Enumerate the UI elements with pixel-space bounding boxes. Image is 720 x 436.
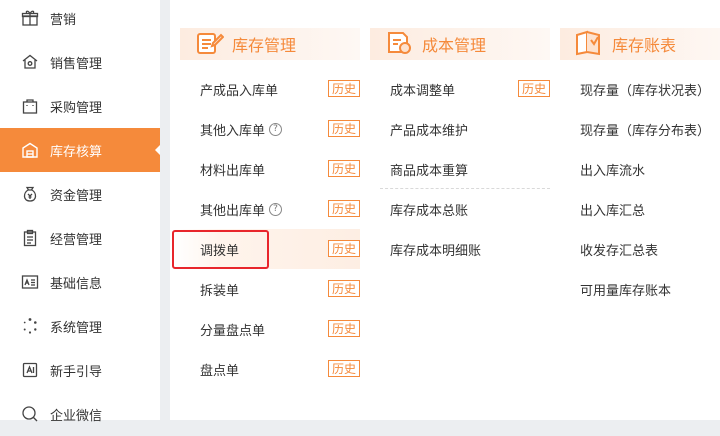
menu-item-label: 可用量库存账本 (580, 283, 672, 299)
history-button[interactable]: 历史 (327, 360, 360, 377)
menu-item-inout-summary[interactable]: 出入库汇总 (580, 189, 720, 229)
sidebar-item-guide[interactable]: 新手引导 (0, 348, 160, 392)
history-button[interactable]: 历史 (327, 280, 360, 297)
sidebar-item-funds[interactable]: 资金管理 (0, 172, 160, 216)
menu-item-label: 材料出库单 (200, 163, 266, 179)
menu-item-label: 商品成本重算 (390, 163, 469, 179)
menu-item-cost-detail-ledger[interactable]: 库存成本明细账 (390, 229, 550, 269)
sidebar-item-purchase[interactable]: 采购管理 (0, 84, 160, 128)
column-title: 成本管理 (422, 36, 487, 55)
menu-item-cost-recalculation[interactable]: 商品成本重算 (390, 149, 550, 189)
ledger-icon (574, 27, 604, 57)
sidebar-item-marketing[interactable]: 营销 (0, 0, 160, 40)
menu-item-inout-flow[interactable]: 出入库流水 (580, 149, 720, 189)
menu-item-label: 收发存汇总表 (580, 243, 659, 259)
column-title: 库存管理 (232, 36, 297, 55)
sidebar-item-label: 库存核算 (50, 144, 103, 160)
menu-item-label: 出入库流水 (580, 163, 646, 179)
help-icon[interactable]: ? (269, 122, 283, 136)
sidebar-item-sales[interactable]: 销售管理 (0, 40, 160, 84)
sidebar-item-label: 基础信息 (50, 276, 103, 292)
highlight-box (172, 230, 269, 269)
clipboard-pencil-icon (194, 27, 225, 57)
gift-icon (21, 9, 39, 27)
menu-item-label: 现存量（库存分布表） (580, 123, 711, 139)
guide-doc-icon (21, 361, 39, 379)
money-bag-icon (21, 185, 39, 203)
menu-item-label: 出入库汇总 (580, 203, 646, 219)
cost-doc-icon (384, 27, 414, 57)
history-button[interactable]: 历史 (517, 80, 550, 97)
menu-item-label: 库存成本总账 (390, 203, 469, 219)
sidebar-item-label: 新手引导 (50, 364, 103, 380)
loading-ring-icon (21, 317, 39, 335)
menu-item-stock-distribution[interactable]: 现存量（库存分布表） (580, 109, 720, 149)
sidebar-item-label: 销售管理 (50, 56, 103, 72)
clipboard-icon (21, 229, 39, 247)
menu-item-available-stock-ledger[interactable]: 可用量库存账本 (580, 269, 720, 309)
column-title: 库存账表 (612, 36, 677, 55)
house-icon (21, 53, 39, 71)
shopping-bag-icon (21, 97, 39, 115)
sidebar-item-wecom[interactable]: 企业微信 (0, 392, 160, 436)
menu-item-label: 分量盘点单 (200, 323, 266, 339)
menu-item-other-receipt[interactable]: 其他入库单 ? 历史 (200, 109, 360, 149)
menu-item-other-issue[interactable]: 其他出库单 ? 历史 (200, 189, 360, 229)
menu-item-label: 产成品入库单 (200, 83, 279, 99)
menu-item-receipt-issue-summary[interactable]: 收发存汇总表 (580, 229, 720, 269)
sidebar-item-system[interactable]: 系统管理 (0, 304, 160, 348)
column-header-inventory-management: 库存管理 (180, 28, 360, 60)
menu-item-label: 产品成本维护 (390, 123, 469, 139)
menu-item-label: 盘点单 (200, 363, 240, 379)
menu-item-label: 库存成本明细账 (390, 243, 482, 259)
column-header-cost-management: 成本管理 (370, 28, 550, 60)
history-button[interactable]: 历史 (327, 80, 360, 97)
menu-item-cost-adjustment[interactable]: 成本调整单 历史 (390, 69, 550, 109)
sidebar-item-label: 经营管理 (50, 232, 103, 248)
column-header-inventory-reports: 库存账表 (560, 28, 720, 60)
menu-item-label: 其他出库单 (200, 203, 266, 219)
sidebar-item-label: 企业微信 (50, 408, 103, 424)
warehouse-icon (21, 141, 39, 159)
history-button[interactable]: 历史 (327, 200, 360, 217)
sidebar-item-operations[interactable]: 经营管理 (0, 216, 160, 260)
menu-panel: 库存管理 成本管理 库存账表 产成品入库单 历史 其他入库单 ? 历史 材料出库… (170, 0, 720, 420)
chat-bubble-icon (21, 405, 39, 423)
sidebar: 营销 销售管理 采购管理 库存核算 资金管理 经营管理 基础信息 系统管理 新手… (0, 0, 160, 424)
sidebar-item-inventory[interactable]: 库存核算 (0, 128, 160, 172)
menu-item-label: 其他入库单 (200, 123, 266, 139)
history-button[interactable]: 历史 (327, 160, 360, 177)
menu-item-label: 现存量（库存状况表） (580, 83, 711, 99)
menu-item-label: 成本调整单 (390, 83, 456, 99)
menu-item-partial-stocktake[interactable]: 分量盘点单 历史 (200, 309, 360, 349)
history-button[interactable]: 历史 (327, 120, 360, 137)
sidebar-item-label: 系统管理 (50, 320, 103, 336)
history-button[interactable]: 历史 (327, 240, 360, 257)
menu-item-finished-goods-receipt[interactable]: 产成品入库单 历史 (200, 69, 360, 109)
help-icon[interactable]: ? (269, 202, 283, 216)
history-button[interactable]: 历史 (327, 320, 360, 337)
sidebar-item-label: 营销 (50, 12, 77, 28)
menu-item-product-cost-maintenance[interactable]: 产品成本维护 (390, 109, 550, 149)
menu-item-stock-status[interactable]: 现存量（库存状况表） (580, 69, 720, 109)
sidebar-item-label: 资金管理 (50, 188, 103, 204)
menu-item-material-issue[interactable]: 材料出库单 历史 (200, 149, 360, 189)
menu-item-cost-general-ledger[interactable]: 库存成本总账 (390, 189, 550, 229)
sidebar-item-label: 采购管理 (50, 100, 103, 116)
menu-item-assembly-order[interactable]: 拆装单 历史 (200, 269, 360, 309)
column-divider (380, 188, 550, 189)
menu-item-stocktake[interactable]: 盘点单 历史 (200, 349, 360, 389)
id-card-icon (21, 273, 39, 291)
sidebar-item-basic-info[interactable]: 基础信息 (0, 260, 160, 304)
menu-item-label: 拆装单 (200, 283, 240, 299)
